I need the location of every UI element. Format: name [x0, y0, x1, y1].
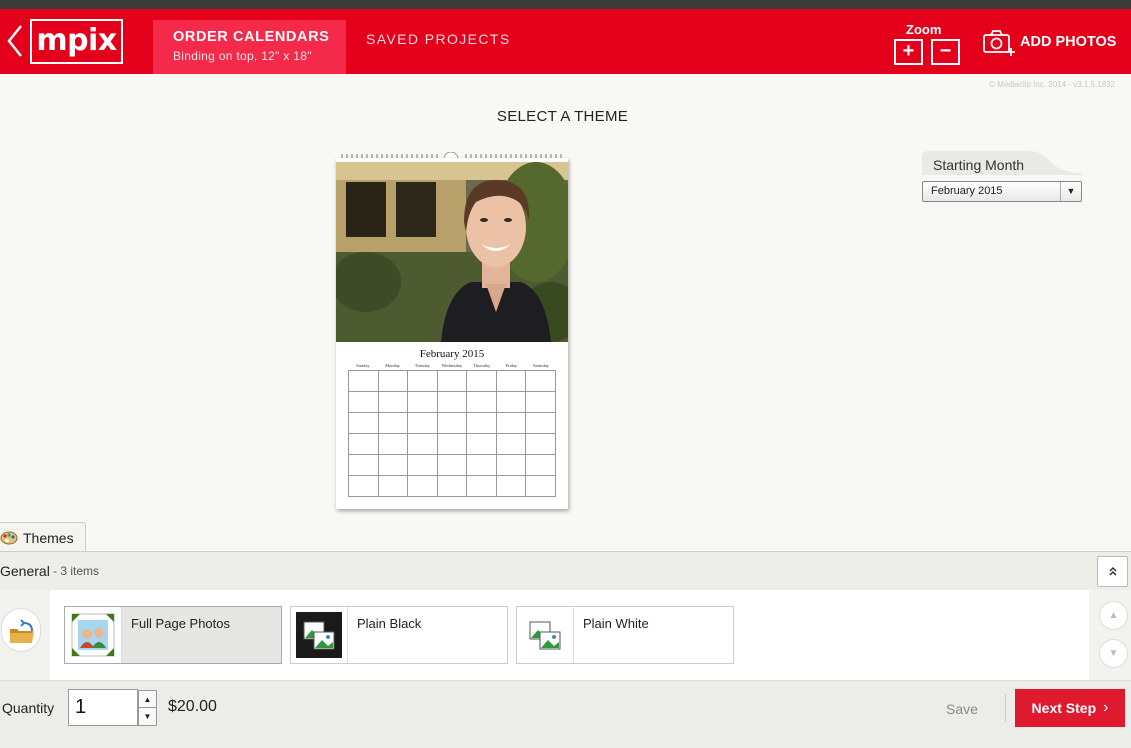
black-image-icon [296, 612, 342, 658]
divider [1005, 694, 1006, 722]
increment-arrow-icon[interactable]: ▲ [139, 691, 156, 708]
theme-name: Plain Black [357, 616, 422, 631]
folder-up-icon [10, 619, 34, 643]
starting-month-tab: Starting Month [922, 151, 1082, 175]
dropdown-arrow-icon: ▼ [1060, 182, 1081, 201]
theme-card-full-page-photos[interactable]: Full Page Photos [64, 606, 282, 664]
weekday-label: Sunday [356, 363, 370, 368]
calendar-cells [348, 370, 556, 497]
palette-icon [0, 531, 18, 544]
category-count: - 3 items [53, 564, 100, 578]
collapse-panel-button[interactable] [1097, 556, 1128, 587]
mpix-logo[interactable]: mpix [30, 19, 123, 64]
calendar-preview[interactable]: February 2015 Sunday Monday Tuesday Wedn… [336, 158, 568, 509]
top-strip [0, 0, 1131, 9]
price-text: $20.00 [168, 698, 217, 715]
zoom-out-button[interactable]: − [931, 39, 960, 65]
camera-plus-icon [983, 30, 1015, 56]
add-photos-button[interactable]: ADD PHOTOS [982, 27, 1116, 57]
full-page-photo-icon [71, 613, 115, 657]
page-title: SELECT A THEME [496, 108, 629, 125]
decrement-arrow-icon[interactable]: ▼ [139, 708, 156, 725]
white-image-icon [529, 621, 561, 650]
scroll-up-button[interactable]: ▲ [1099, 601, 1128, 630]
folder-up-button[interactable] [1, 608, 41, 652]
starting-month-select[interactable]: February 2015 ▼ [922, 181, 1082, 202]
themes-tab-label: Themes [23, 529, 74, 546]
add-photos-label: ADD PHOTOS [1020, 34, 1117, 50]
full-page-photos-thumbnail [65, 607, 122, 663]
weekday-label: Monday [385, 363, 401, 368]
back-arrow-icon[interactable] [4, 23, 28, 59]
save-button[interactable]: Save [946, 701, 978, 717]
order-title: ORDER CALENDARS [173, 29, 330, 45]
theme-card-plain-black[interactable]: Plain Black [290, 606, 508, 664]
plain-black-thumbnail [291, 607, 348, 663]
calendar-photo [336, 162, 568, 342]
quantity-input[interactable]: 1 [68, 689, 138, 726]
weekday-label: Friday [505, 363, 518, 368]
calendar-month-title: February 2015 [419, 348, 485, 360]
theme-card-plain-white[interactable]: Plain White [516, 606, 734, 664]
starting-month-value: February 2015 [931, 185, 1003, 197]
category-bar: General - 3 items [0, 552, 1131, 590]
next-step-button[interactable]: Next Step › [1015, 689, 1125, 727]
theme-name: Full Page Photos [131, 616, 231, 631]
category-name: General [0, 563, 50, 579]
next-step-label: Next Step [1031, 700, 1097, 716]
starting-month-label: Starting Month [933, 157, 1025, 173]
tab-saved-projects[interactable]: SAVED PROJECTS [366, 31, 511, 47]
order-subtitle: Binding on top, 12" x 18" [173, 49, 312, 63]
calendar-grid: Sunday Monday Tuesday Wednesday Thursday… [348, 362, 556, 497]
weekday-label: Saturday [533, 363, 550, 368]
double-chevron-up-icon [1108, 566, 1117, 576]
chevron-right-icon: › [1103, 699, 1109, 716]
tab-order-calendars[interactable]: ORDER CALENDARS Binding on top, 12" x 18… [153, 20, 346, 74]
weekday-label: Tuesday [414, 363, 430, 368]
app-header: mpix ORDER CALENDARS Binding on top, 12"… [0, 9, 1131, 74]
copyright-text: © Mediaclip Inc. 2014 - v3.1.5.1832 [989, 80, 1115, 89]
tab-themes[interactable]: Themes [0, 522, 86, 552]
quantity-stepper[interactable]: ▲ ▼ [138, 690, 157, 726]
plain-white-thumbnail [517, 607, 574, 663]
quantity-label: Quantity [2, 700, 55, 716]
zoom-in-button[interactable]: + [894, 39, 923, 65]
weekday-label: Wednesday [441, 363, 463, 368]
scroll-down-button[interactable]: ▼ [1099, 639, 1128, 668]
zoom-label: Zoom [906, 22, 942, 37]
weekday-label: Thursday [473, 363, 491, 368]
theme-name: Plain White [583, 616, 649, 631]
